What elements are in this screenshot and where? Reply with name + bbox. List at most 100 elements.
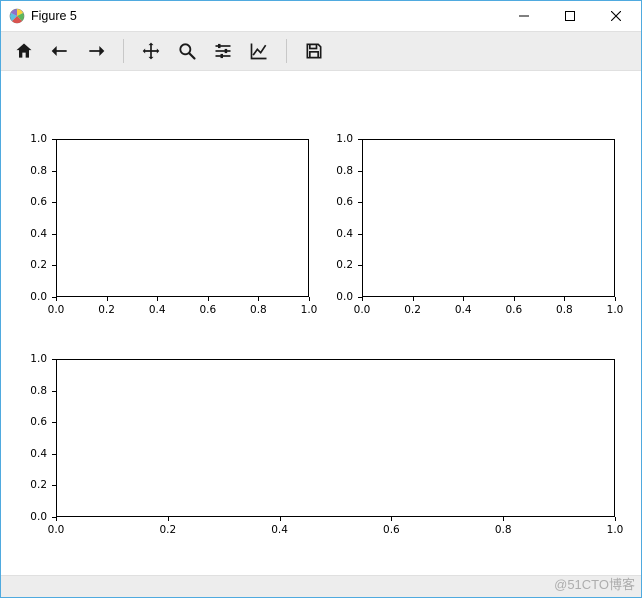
status-bar	[1, 575, 641, 597]
x-tick-label: 0.6	[505, 304, 522, 316]
y-tick-mark	[52, 454, 56, 455]
move-icon	[141, 41, 161, 61]
x-tick-mark	[413, 297, 414, 301]
y-tick-mark	[358, 202, 362, 203]
y-tick-mark	[52, 265, 56, 266]
y-tick-mark	[358, 171, 362, 172]
close-button[interactable]	[593, 1, 639, 31]
y-tick-label: 0.8	[30, 165, 47, 177]
x-tick-mark	[168, 517, 169, 521]
y-tick-label: 1.0	[30, 353, 47, 365]
x-tick-label: 0.0	[48, 304, 65, 316]
y-tick-label: 0.4	[30, 448, 47, 460]
subplot-top-left: 0.00.20.40.60.81.00.00.20.40.60.81.0	[56, 139, 309, 297]
sliders-icon	[213, 41, 233, 61]
y-tick-label: 0.2	[336, 259, 353, 271]
maximize-button[interactable]	[547, 1, 593, 31]
x-tick-mark	[615, 517, 616, 521]
zoom-icon	[177, 41, 197, 61]
x-tick-label: 0.6	[383, 524, 400, 536]
y-tick-label: 0.0	[30, 291, 47, 303]
home-button[interactable]	[7, 35, 41, 67]
x-tick-mark	[309, 297, 310, 301]
x-tick-label: 0.2	[159, 524, 176, 536]
y-tick-mark	[52, 139, 56, 140]
arrow-left-icon	[50, 41, 70, 61]
titlebar: Figure 5	[1, 1, 641, 31]
y-tick-label: 0.8	[30, 385, 47, 397]
forward-button[interactable]	[79, 35, 113, 67]
x-tick-mark	[56, 517, 57, 521]
y-tick-label: 1.0	[30, 133, 47, 145]
x-tick-label: 0.8	[556, 304, 573, 316]
x-tick-label: 0.2	[404, 304, 421, 316]
y-tick-label: 0.2	[30, 479, 47, 491]
y-tick-label: 1.0	[336, 133, 353, 145]
x-tick-mark	[615, 297, 616, 301]
x-tick-mark	[391, 517, 392, 521]
y-tick-label: 0.4	[30, 228, 47, 240]
y-tick-mark	[52, 359, 56, 360]
x-tick-label: 1.0	[607, 304, 624, 316]
x-tick-label: 0.0	[354, 304, 371, 316]
minimize-button[interactable]	[501, 1, 547, 31]
x-tick-label: 0.8	[495, 524, 512, 536]
y-tick-label: 0.2	[30, 259, 47, 271]
window-title: Figure 5	[31, 9, 77, 23]
x-tick-label: 1.0	[301, 304, 318, 316]
y-tick-mark	[52, 391, 56, 392]
save-icon	[304, 41, 324, 61]
edit-axes-button[interactable]	[242, 35, 276, 67]
y-tick-mark	[52, 234, 56, 235]
x-tick-mark	[463, 297, 464, 301]
app-icon	[9, 8, 25, 24]
x-tick-mark	[362, 297, 363, 301]
x-tick-mark	[208, 297, 209, 301]
x-tick-mark	[56, 297, 57, 301]
x-tick-mark	[157, 297, 158, 301]
y-tick-label: 0.6	[30, 196, 47, 208]
y-tick-mark	[358, 139, 362, 140]
subplot-top-right: 0.00.20.40.60.81.00.00.20.40.60.81.0	[362, 139, 615, 297]
x-tick-label: 0.6	[199, 304, 216, 316]
axes-frame	[56, 139, 309, 297]
x-tick-label: 0.0	[48, 524, 65, 536]
y-tick-mark	[52, 171, 56, 172]
x-tick-mark	[258, 297, 259, 301]
y-tick-mark	[52, 485, 56, 486]
x-tick-mark	[503, 517, 504, 521]
axes-frame	[362, 139, 615, 297]
y-tick-mark	[52, 202, 56, 203]
zoom-button[interactable]	[170, 35, 204, 67]
home-icon	[14, 41, 34, 61]
y-tick-mark	[358, 265, 362, 266]
pan-button[interactable]	[134, 35, 168, 67]
x-tick-mark	[514, 297, 515, 301]
y-tick-label: 0.4	[336, 228, 353, 240]
toolbar-separator	[286, 39, 287, 63]
toolbar	[1, 31, 641, 71]
x-tick-label: 0.4	[271, 524, 288, 536]
x-tick-label: 1.0	[607, 524, 624, 536]
arrow-right-icon	[86, 41, 106, 61]
subplot-bottom: 0.00.20.40.60.81.00.00.20.40.60.81.0	[56, 359, 615, 517]
y-tick-mark	[52, 422, 56, 423]
y-tick-label: 0.8	[336, 165, 353, 177]
x-tick-mark	[564, 297, 565, 301]
save-button[interactable]	[297, 35, 331, 67]
x-tick-mark	[280, 517, 281, 521]
x-tick-label: 0.4	[149, 304, 166, 316]
chart-line-icon	[249, 41, 269, 61]
configure-button[interactable]	[206, 35, 240, 67]
x-tick-mark	[107, 297, 108, 301]
y-tick-label: 0.0	[30, 511, 47, 523]
toolbar-separator	[123, 39, 124, 63]
y-tick-label: 0.6	[30, 416, 47, 428]
back-button[interactable]	[43, 35, 77, 67]
x-tick-label: 0.8	[250, 304, 267, 316]
y-tick-mark	[358, 234, 362, 235]
axes-frame	[56, 359, 615, 517]
y-tick-label: 0.6	[336, 196, 353, 208]
y-tick-label: 0.0	[336, 291, 353, 303]
figure-canvas[interactable]: 0.00.20.40.60.81.00.00.20.40.60.81.0 0.0…	[1, 71, 641, 575]
